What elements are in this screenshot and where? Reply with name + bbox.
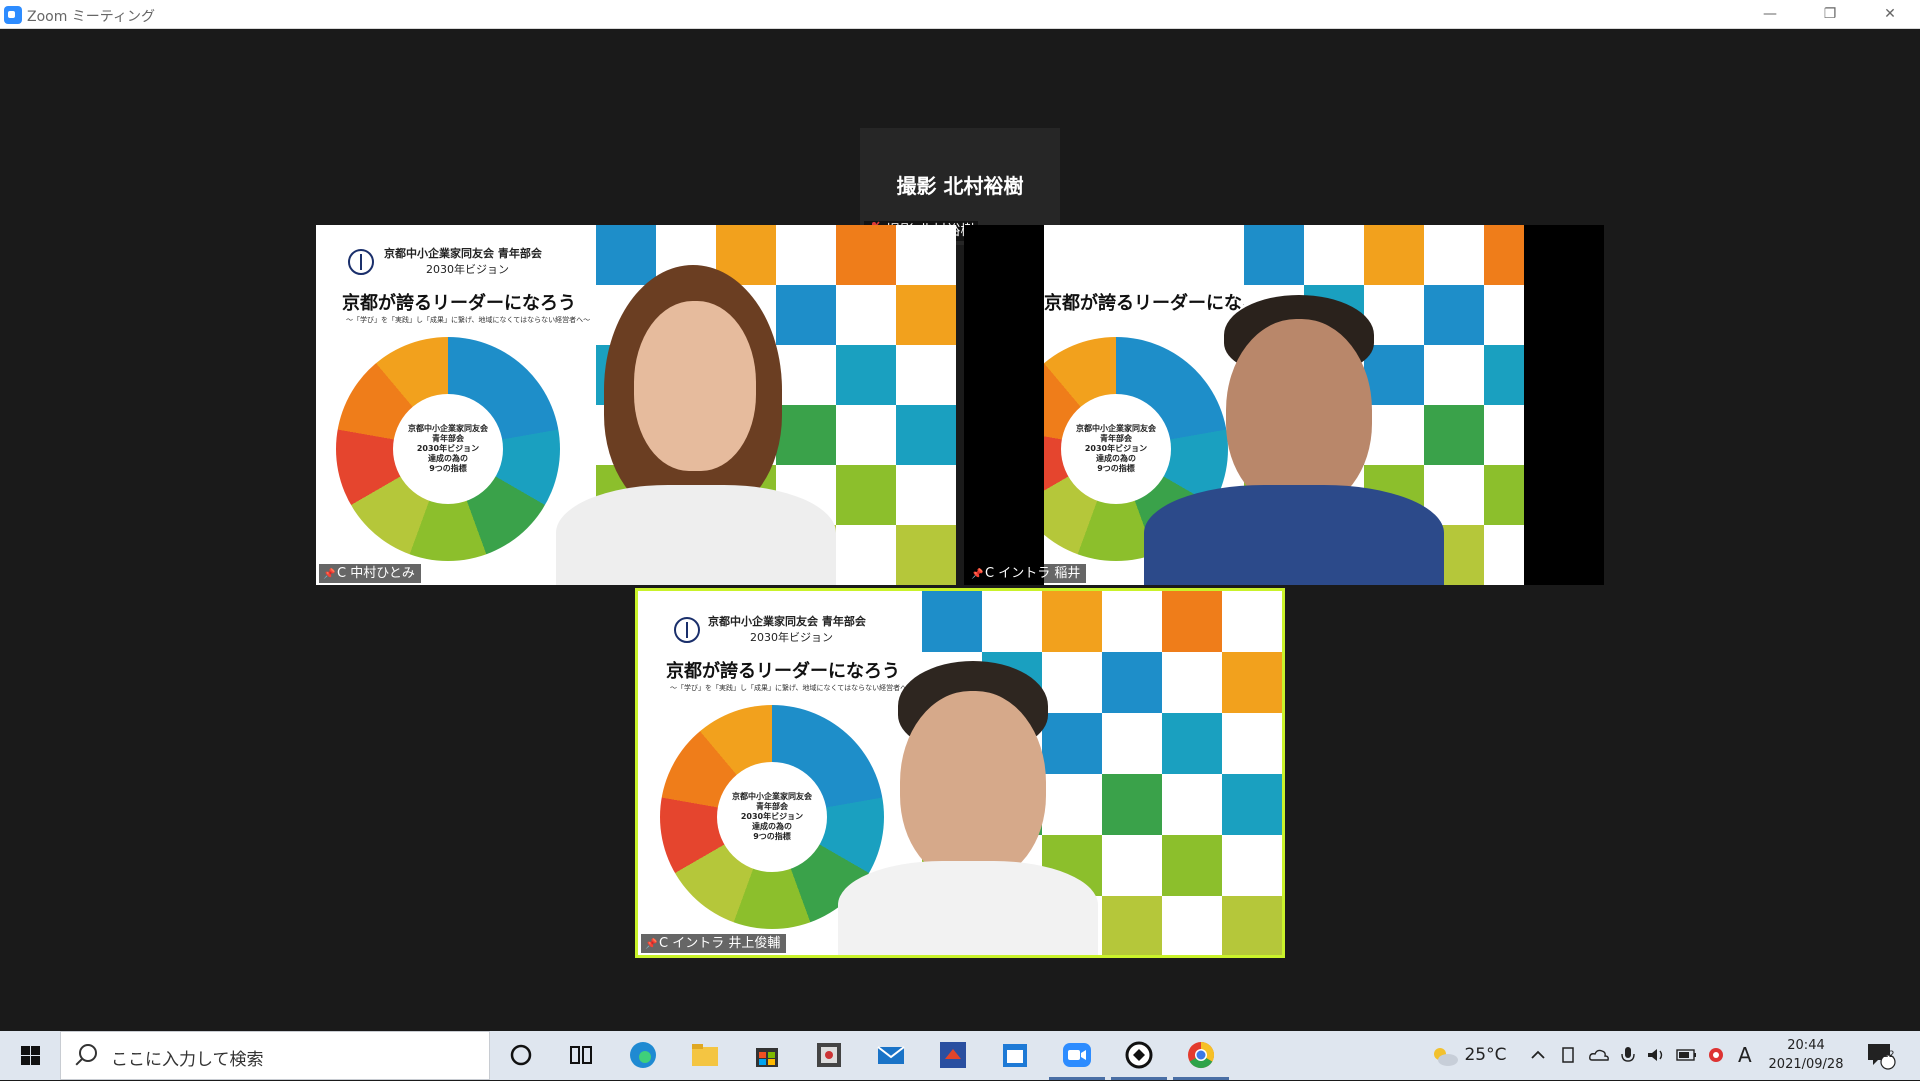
slide-subline: 〜「学び」を「実践」し「成果」に繋げ、地域になくてはならない経営者へ〜 [346, 316, 591, 324]
snipping-tool-icon[interactable] [813, 1039, 845, 1071]
vision-wheel-center: 京都中小企業家同友会 青年部会 2030年ビジョン 達成の為の 9つの指標 [393, 394, 503, 504]
slide-vision: 2030年ビジョン [750, 631, 833, 644]
app-tray-icon[interactable] [1706, 1031, 1726, 1080]
slide-headline: 京都が誇るリーダーになろう [342, 293, 576, 314]
participant-video-2 [1144, 295, 1444, 585]
close-button[interactable]: ✕ [1860, 0, 1920, 29]
weather-temperature: 25°C [1464, 1045, 1507, 1065]
meeting-stage: 撮影 北村裕樹 撮影 北村裕樹 京都中小企業家同友会 青年部会 2030年ビジョ… [0, 29, 1920, 1031]
participant-tile-2[interactable]: 京都が誇るリーダーになろう 京都中小企業家同友会 青年部会 2030年ビジョン 達成の… [964, 225, 1604, 585]
chrome-icon[interactable] [1185, 1039, 1217, 1071]
cortana-icon[interactable] [505, 1039, 537, 1071]
pin-icon: 📌 [971, 569, 984, 580]
org-logo-icon [674, 617, 700, 643]
vision-wheel-center: 京都中小企業家同友会 青年部会 2030年ビジョン 達成の為の 9つの指標 [717, 762, 827, 872]
chevron-up-icon [1531, 1050, 1545, 1059]
participant-video-3 [838, 661, 1098, 955]
start-button[interactable] [0, 1031, 60, 1080]
weather-widget[interactable]: 25°C [1430, 1031, 1506, 1080]
search-icon [79, 1044, 97, 1062]
pin-icon: 📌 [645, 939, 658, 950]
ime-indicator[interactable]: A [1738, 1031, 1752, 1080]
pin-icon: 📌 [323, 569, 336, 580]
microphone-icon[interactable] [1620, 1031, 1636, 1080]
app-icon[interactable] [937, 1039, 969, 1071]
zoom-logo-icon [4, 6, 22, 24]
participant-tile-3-active-speaker[interactable]: 京都中小企業家同友会 青年部会 2030年ビジョン 京都が誇るリーダーになろう … [635, 588, 1285, 958]
clock-date: 2021/09/28 [1768, 1057, 1844, 1072]
volume-icon[interactable] [1646, 1031, 1666, 1080]
tray-device-icon[interactable] [1560, 1031, 1578, 1080]
task-view-icon[interactable] [565, 1039, 597, 1071]
taskbar-search-box[interactable]: ここに入力して検索 [60, 1031, 490, 1080]
participant-name-2: 📌 C イントラ 稲井 [967, 564, 1087, 583]
slide-vision: 2030年ビジョン [426, 263, 509, 276]
weather-icon [1434, 1048, 1458, 1066]
mail-icon[interactable] [875, 1039, 907, 1071]
edge-browser-icon[interactable] [627, 1039, 659, 1071]
participant-name-3: 📌 C イントラ 井上俊輔 [641, 934, 787, 953]
slide-org: 京都中小企業家同友会 青年部会 [384, 247, 542, 260]
clock-time: 20:44 [1787, 1038, 1825, 1053]
onedrive-icon[interactable] [1588, 1031, 1610, 1080]
window-title: Zoom ミーティング [27, 9, 155, 25]
slide-org: 京都中小企業家同友会 青年部会 [708, 615, 866, 628]
search-placeholder: ここに入力して検索 [111, 1050, 264, 1070]
participant-video-1 [556, 265, 836, 585]
self-view-display-name: 撮影 北村裕樹 [896, 174, 1024, 198]
taskbar-clock[interactable]: 20:44 2021/09/28 [1760, 1036, 1852, 1074]
windows-taskbar: ここに入力して検索 25°C A 20:44 2021/09/28 12 [0, 1031, 1920, 1080]
file-explorer-icon[interactable] [689, 1039, 721, 1071]
window-titlebar: Zoom ミーティング — ❐ ✕ [0, 0, 1920, 29]
maximize-button[interactable]: ❐ [1800, 0, 1860, 29]
battery-icon[interactable] [1676, 1031, 1698, 1080]
calendar-app-icon[interactable] [999, 1039, 1031, 1071]
minimize-button[interactable]: — [1740, 0, 1800, 29]
notification-count: 12 [1883, 1050, 1895, 1060]
participant-name-1: 📌 C 中村ひとみ [319, 564, 421, 583]
zoom-taskbar-icon[interactable] [1061, 1039, 1093, 1071]
store-icon[interactable] [751, 1039, 783, 1071]
show-hidden-icons-button[interactable] [1530, 1031, 1546, 1080]
action-center-button[interactable]: 12 [1864, 1031, 1898, 1080]
chat-app-icon[interactable] [1123, 1039, 1155, 1071]
participant-tile-1[interactable]: 京都中小企業家同友会 青年部会 2030年ビジョン 京都が誇るリーダーになろう … [316, 225, 956, 585]
org-logo-icon [348, 249, 374, 275]
